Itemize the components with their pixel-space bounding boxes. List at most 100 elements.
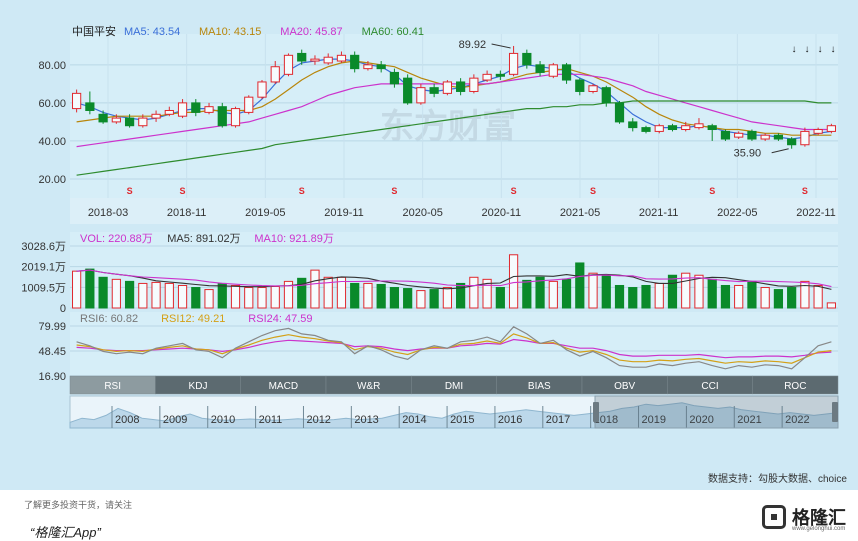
candle-body [350, 54, 360, 70]
navigator-year-label: 2013 [354, 414, 378, 426]
candle-body [111, 117, 121, 123]
volume-bar [734, 284, 744, 309]
candle-body [601, 87, 611, 104]
indicator-tab-label[interactable]: MACD [269, 381, 298, 392]
indicator-tab-label[interactable]: KDJ [189, 381, 208, 392]
candle-body [548, 64, 558, 77]
candle-body [456, 81, 466, 92]
date-tick-label: 2020-11 [482, 207, 522, 219]
candle-body [403, 77, 413, 104]
candle-body [614, 102, 625, 123]
dividend-marker: S [511, 186, 517, 196]
candle-body [495, 73, 505, 77]
indicator-tab-label[interactable]: ROC [784, 381, 806, 392]
volume-bar [747, 280, 757, 309]
candle-body [164, 109, 174, 115]
rsi-legend-item: RSI6: 60.82 [80, 313, 138, 325]
event-arrow-icon: ↓ [792, 44, 797, 55]
indicator-tab-label[interactable]: W&R [357, 381, 380, 392]
indicator-tab-label[interactable]: BIAS [528, 381, 551, 392]
high-price-label: 89.92 [459, 39, 487, 51]
candle-body [508, 52, 519, 75]
volume-bar [826, 302, 836, 309]
candle-body [230, 108, 241, 127]
indicator-tab-label[interactable]: OBV [614, 381, 635, 392]
candle-body [681, 125, 691, 131]
app-label: “格隆汇App” [30, 525, 101, 540]
volume-bar [111, 278, 121, 309]
volume-bar [601, 274, 611, 309]
volume-tick-label: 3028.6万 [21, 241, 66, 253]
navigator-handle[interactable] [832, 402, 838, 422]
navigator-year-label: 2010 [211, 414, 235, 426]
dividend-marker: S [391, 186, 397, 196]
volume-bar [773, 289, 784, 309]
navigator-year-label: 2014 [402, 414, 426, 426]
candle-body [429, 87, 439, 94]
volume-bar [575, 262, 585, 309]
ma-legend-item: MA20: 45.87 [280, 26, 342, 38]
price-tick-label: 20.00 [38, 174, 66, 186]
candle-body [522, 52, 532, 66]
volume-bar [204, 289, 214, 309]
candle-body [310, 58, 320, 62]
candle-body [336, 54, 347, 62]
navigator-year-label: 2016 [498, 414, 522, 426]
volume-bar [548, 280, 558, 309]
event-arrow-icon: ↓ [818, 44, 823, 55]
candle-body [204, 106, 214, 113]
volume-tick-label: 1009.5万 [21, 282, 66, 294]
indicator-tab-label[interactable]: DMI [445, 381, 463, 392]
candle-body [720, 130, 731, 140]
candle-body [416, 87, 426, 104]
volume-bar [151, 281, 161, 309]
stock-chart: 东方财富80.0060.0040.0020.002018-03 2018-11 20… [21, 24, 839, 429]
volume-bar [641, 284, 651, 309]
volume-bar [522, 279, 532, 309]
dividend-marker: S [299, 186, 305, 196]
candle-body [747, 130, 757, 140]
candle-body [734, 132, 744, 138]
volume-bar [363, 282, 373, 309]
candle-body [442, 81, 452, 94]
volume-bar [667, 274, 678, 309]
volume-bar [164, 282, 174, 309]
candle-body [297, 52, 307, 62]
candle-body [826, 125, 836, 132]
navigator-selection[interactable] [594, 395, 839, 429]
date-tick-label: 2021-05 [560, 207, 600, 219]
candle-body [270, 66, 280, 83]
brand-logo: 格隆汇 www.gelonghui.com [762, 502, 846, 532]
candle-body [667, 125, 678, 131]
volume-bar [787, 287, 797, 309]
candle-body [773, 134, 784, 140]
volume-legend-item: VOL: 220.88万 [80, 233, 153, 245]
brand-url: www.gelonghui.com [792, 526, 846, 532]
candle-body [575, 79, 585, 92]
candle-body [323, 56, 333, 64]
volume-legend-item: MA5: 891.02万 [167, 233, 240, 245]
date-tick-label: 2018-11 [167, 207, 207, 219]
navigator-handle[interactable] [593, 402, 599, 422]
volume-tick-label: 2019.1万 [21, 262, 66, 274]
ma-legend-item: MA5: 43.54 [124, 26, 180, 38]
volume-bar [614, 284, 625, 309]
candle-body [257, 81, 267, 98]
volume-bar [707, 278, 717, 309]
indicator-tab-label[interactable]: RSI [104, 381, 121, 392]
candle-body [787, 138, 797, 146]
volume-legend-item: MA10: 921.89万 [254, 233, 334, 245]
candle-body [482, 73, 492, 81]
volume-bar [376, 283, 386, 309]
candle-body [694, 123, 704, 129]
candle-body [561, 64, 572, 81]
navigator-year-label: 2017 [546, 414, 570, 426]
candle-body [376, 64, 386, 70]
volume-bar [98, 276, 108, 309]
price-tick-label: 60.00 [38, 98, 66, 110]
indicator-tab-label[interactable]: CCI [701, 381, 718, 392]
navigator-year-label: 2009 [163, 414, 187, 426]
date-tick-label: 2018-03 [88, 207, 128, 219]
candle-body [800, 130, 810, 146]
date-tick-label: 2022-05 [717, 207, 757, 219]
